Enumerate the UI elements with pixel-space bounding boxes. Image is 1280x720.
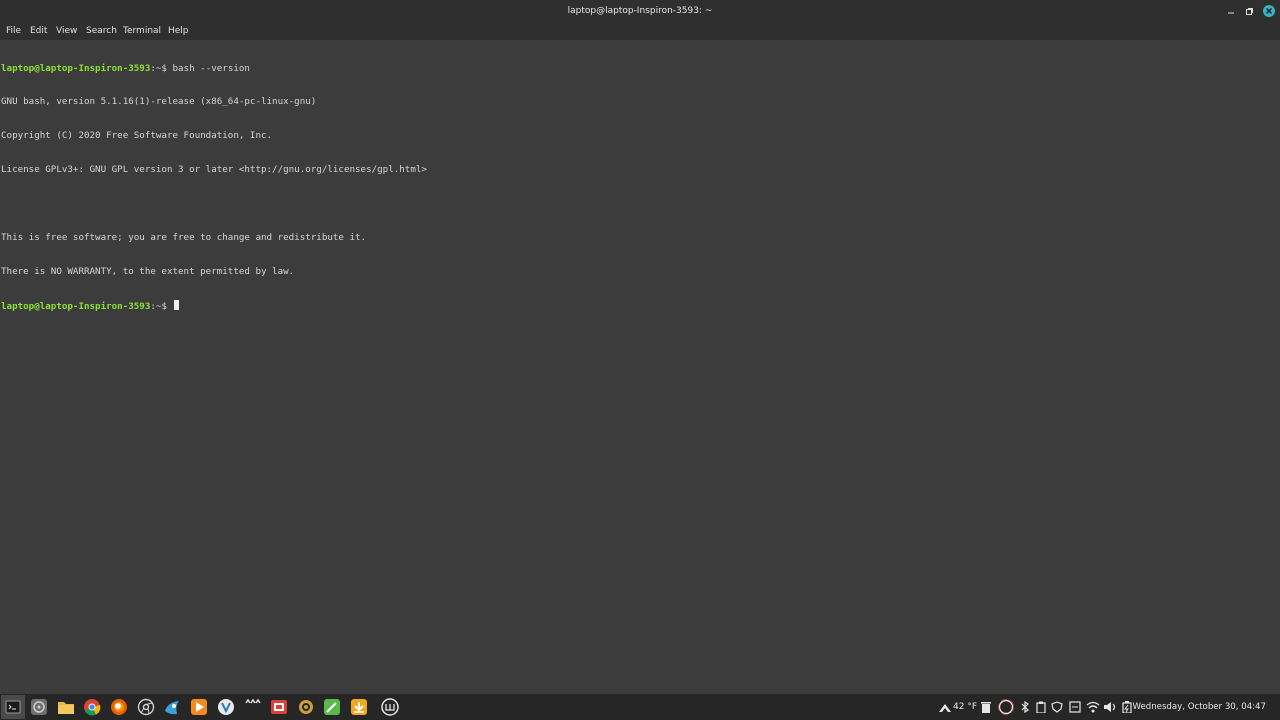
redshift-applet[interactable] [998, 699, 1014, 715]
update-manager-launcher[interactable] [349, 697, 369, 717]
prompt-suffix: :~$ [150, 300, 173, 312]
prompt-user-host: laptop@laptop-Inspiron-3593 [1, 300, 151, 312]
kdenlive-launcher[interactable] [243, 697, 263, 717]
menu-terminal[interactable]: Terminal [123, 22, 161, 40]
trash-applet[interactable] [980, 699, 992, 715]
redshift-icon [998, 699, 1014, 715]
files-launcher[interactable] [56, 697, 76, 717]
output-line: This is free software; you are free to c… [1, 232, 367, 244]
window-titlebar[interactable]: laptop@laptop-Inspiron-3593: ~ [0, 0, 1280, 22]
sound-applet[interactable] [1103, 699, 1117, 715]
menu-help[interactable]: Help [168, 22, 189, 40]
software-manager-launcher[interactable] [269, 697, 289, 717]
clock[interactable]: Wednesday, October 30, 04:47 [1132, 694, 1266, 720]
pen-icon [324, 699, 340, 715]
close-button[interactable] [1261, 3, 1277, 19]
minimize-icon [1228, 12, 1234, 14]
trash-icon [981, 702, 991, 713]
weather-icon [939, 704, 951, 712]
menu-file[interactable]: File [6, 22, 21, 40]
window-list-applet[interactable] [1069, 699, 1081, 715]
power-applet[interactable] [1121, 699, 1133, 715]
close-icon [1263, 5, 1275, 17]
chromium-icon [137, 698, 155, 716]
disk-icon [31, 699, 47, 715]
menu-view[interactable]: View [56, 22, 77, 40]
menu-edit[interactable]: Edit [30, 22, 47, 40]
shield-icon [1051, 701, 1063, 713]
command-line: laptop@laptop-Inspiron-3593:~$ bash --ve… [1, 63, 427, 74]
text-editor-launcher[interactable] [322, 697, 342, 717]
terminal-launcher[interactable] [1, 695, 25, 719]
output-line: Copyright (C) 2020 Free Software Foundat… [1, 130, 273, 142]
play-icon [191, 699, 207, 715]
folder-icon [58, 702, 74, 714]
firefox-icon [111, 699, 127, 715]
terminal-area[interactable]: laptop@laptop-Inspiron-3593:~$ bash --ve… [0, 40, 1280, 694]
code-editor-icon [218, 699, 234, 715]
mint-launcher[interactable] [380, 697, 400, 717]
text-cursor [173, 299, 179, 310]
volume-icon [1104, 702, 1116, 712]
prompt-suffix: :~$ [150, 62, 173, 74]
gear-icon [299, 700, 313, 714]
restore-icon [1246, 8, 1253, 15]
battery-icon [1122, 701, 1132, 713]
terminal-output: laptop@laptop-Inspiron-3593:~$ bash --ve… [1, 40, 427, 334]
clapper-icon [245, 698, 261, 704]
terminal-icon [5, 700, 21, 714]
prompt-user-host: laptop@laptop-Inspiron-3593 [1, 62, 151, 74]
network-applet[interactable] [1086, 699, 1100, 715]
shield-applet[interactable] [1051, 699, 1063, 715]
current-prompt-line[interactable]: laptop@laptop-Inspiron-3593:~$ [1, 299, 427, 312]
steam-launcher[interactable] [162, 697, 182, 717]
chrome-launcher[interactable] [82, 697, 102, 717]
taskbar: 42 °F Wednesday, October 30, 04:47 [0, 694, 1280, 720]
menu-search[interactable]: Search [86, 22, 117, 40]
weather-temperature[interactable]: 42 °F [953, 694, 977, 720]
download-icon [351, 699, 367, 715]
chrome-icon [84, 699, 101, 716]
bluetooth-icon [1021, 701, 1029, 713]
output-line: License GPLv3+: GNU GPL version 3 or lat… [1, 164, 427, 176]
command-text: bash --version [172, 62, 250, 74]
output-line: GNU bash, version 5.1.16(1)-release (x86… [1, 96, 317, 108]
menu-bar: File Edit View Search Terminal Help [0, 22, 1280, 40]
window-icon [1069, 701, 1081, 713]
chromium-launcher[interactable] [136, 697, 156, 717]
clipboard-icon [1036, 701, 1046, 713]
media-player-launcher[interactable] [189, 697, 209, 717]
window-title: laptop@laptop-Inspiron-3593: ~ [567, 6, 713, 16]
disk-launcher[interactable] [29, 697, 49, 717]
mint-icon [381, 698, 399, 716]
wifi-icon [1086, 701, 1100, 713]
clipboard-applet[interactable] [1035, 699, 1047, 715]
package-icon [271, 700, 287, 714]
settings-launcher[interactable] [296, 697, 316, 717]
maximize-button[interactable] [1241, 3, 1257, 19]
bluetooth-applet[interactable] [1020, 699, 1030, 715]
minimize-button[interactable] [1223, 3, 1239, 19]
steam-icon [165, 701, 179, 715]
weather-applet[interactable] [938, 699, 952, 715]
firefox-launcher[interactable] [109, 697, 129, 717]
output-line: There is NO WARRANTY, to the extent perm… [1, 265, 295, 277]
vscode-launcher[interactable] [216, 697, 236, 717]
